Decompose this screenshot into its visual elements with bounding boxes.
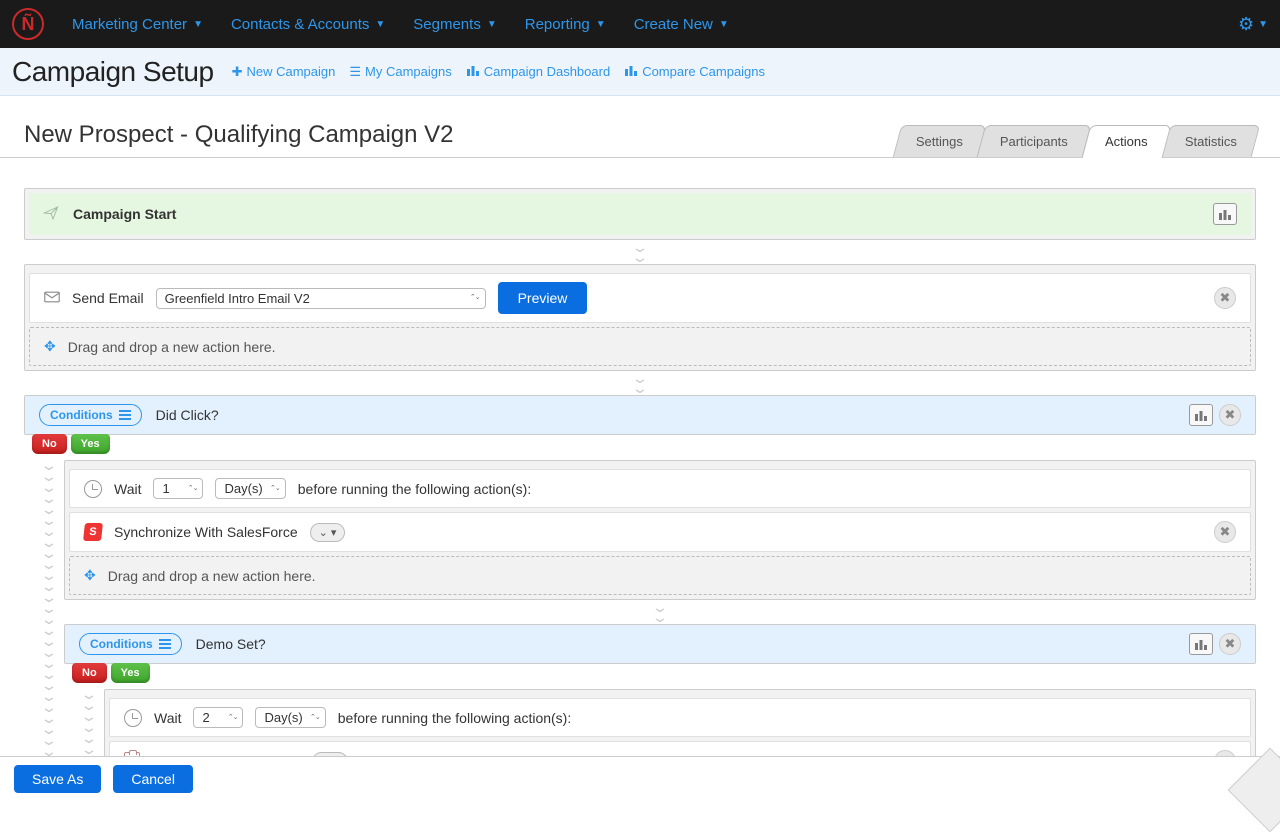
tab-actions[interactable]: Actions	[1082, 125, 1171, 158]
actions-block-2: Wait 1 Day(s) before running the followi…	[64, 460, 1256, 600]
nav-segments[interactable]: Segments▼	[413, 16, 496, 33]
drop-hint: Drag and drop a new action here.	[68, 339, 276, 355]
branch-tabs: No Yes	[72, 663, 1256, 683]
send-email-row: Send Email Greenfield Intro Email V2 Pre…	[29, 273, 1251, 323]
stats-icon[interactable]	[1189, 404, 1213, 426]
clock-icon	[84, 480, 102, 498]
chevron-down-icon: ▼	[193, 19, 203, 30]
condition-label: Did Click?	[156, 407, 219, 423]
drop-hint: Drag and drop a new action here.	[108, 568, 316, 584]
branch-no[interactable]: No	[32, 434, 67, 454]
chevron-down-icon: ▼	[487, 19, 497, 30]
chevron-down-icon: ▼	[375, 19, 385, 30]
start-label: Campaign Start	[73, 206, 176, 222]
conditions-button[interactable]: Conditions	[39, 404, 142, 426]
condition-block-2: Conditions Demo Set? ✖	[64, 624, 1256, 664]
wait-row: Wait 2 Day(s) before running the followi…	[109, 698, 1251, 737]
link-compare-campaigns[interactable]: Compare Campaigns	[624, 64, 765, 79]
delete-action-button[interactable]: ✖	[1214, 521, 1236, 543]
chart-icon	[466, 64, 480, 79]
heading-row: New Prospect - Qualifying Campaign V2 Se…	[0, 96, 1280, 158]
delete-condition-button[interactable]: ✖	[1219, 404, 1241, 426]
wait-unit-select[interactable]: Day(s)	[255, 707, 325, 728]
branch-yes[interactable]: Yes	[111, 663, 150, 683]
tab-settings[interactable]: Settings	[893, 125, 987, 157]
drop-icon: ✥	[44, 338, 56, 355]
sync-salesforce-row: S Synchronize With SalesForce ⌄ ▾ ✖	[69, 512, 1251, 552]
tab-statistics[interactable]: Statistics	[1162, 125, 1261, 157]
campaign-name: New Prospect - Qualifying Campaign V2	[24, 121, 898, 157]
footer-bar: Save As Cancel	[0, 756, 1280, 800]
wait-suffix: before running the following action(s):	[338, 710, 571, 726]
email-template-select[interactable]: Greenfield Intro Email V2	[156, 288, 486, 309]
wait-label: Wait	[154, 710, 181, 726]
wait-unit-select[interactable]: Day(s)	[215, 478, 285, 499]
drop-zone[interactable]: ✥ Drag and drop a new action here.	[69, 556, 1251, 595]
tabs: Settings Participants Actions Statistics	[898, 125, 1256, 157]
app-logo[interactable]: Ñ	[12, 8, 44, 40]
preview-button[interactable]: Preview	[498, 282, 588, 314]
delete-action-button[interactable]: ✖	[1214, 287, 1236, 309]
drop-zone[interactable]: ✥ Drag and drop a new action here.	[29, 327, 1251, 366]
condition-block-1: Conditions Did Click? ✖	[24, 395, 1256, 435]
wait-value-select[interactable]: 1	[153, 478, 203, 499]
branch-no[interactable]: No	[72, 663, 107, 683]
stats-icon[interactable]	[1189, 633, 1213, 655]
salesforce-icon: S	[83, 523, 103, 541]
nav-contacts[interactable]: Contacts & Accounts▼	[231, 16, 385, 33]
flow-arrow: ⌄⌄	[24, 240, 1256, 264]
branch-tabs: No Yes	[32, 434, 1256, 454]
condition-bar: Conditions Did Click? ✖	[25, 396, 1255, 434]
branch-yes[interactable]: Yes	[71, 434, 110, 454]
chart-icon	[624, 64, 638, 79]
flow-arrow: ⌄⌄	[24, 371, 1256, 395]
delete-condition-button[interactable]: ✖	[1219, 633, 1241, 655]
wait-suffix: before running the following action(s):	[298, 481, 531, 497]
list-icon: ☰	[349, 64, 361, 80]
chevron-down-icon: ▼	[1258, 19, 1268, 30]
link-my-campaigns[interactable]: ☰My Campaigns	[349, 64, 451, 80]
page-title: Campaign Setup	[12, 56, 214, 88]
link-campaign-dashboard[interactable]: Campaign Dashboard	[466, 64, 610, 79]
workflow-canvas: Campaign Start ⌄⌄ Send Email Greenfield …	[0, 158, 1280, 790]
wait-value-select[interactable]: 2	[193, 707, 243, 728]
mail-icon	[44, 290, 60, 306]
branch-content-1: ⌄⌄⌄⌄⌄⌄⌄⌄⌄⌄⌄⌄⌄⌄⌄⌄⌄⌄⌄⌄⌄⌄⌄⌄⌄⌄⌄⌄⌄⌄ Wait 1 Da…	[64, 460, 1256, 790]
condition-bar: Conditions Demo Set? ✖	[65, 625, 1255, 663]
chevron-down-icon: ▼	[719, 19, 729, 30]
cancel-button[interactable]: Cancel	[113, 765, 193, 793]
campaign-start-bar: Campaign Start	[29, 193, 1251, 235]
nav-create-new[interactable]: Create New▼	[634, 16, 729, 33]
options-dropdown[interactable]: ⌄ ▾	[310, 523, 346, 542]
actions-block-1: Send Email Greenfield Intro Email V2 Pre…	[24, 264, 1256, 371]
nav-reporting[interactable]: Reporting▼	[525, 16, 606, 33]
flow-arrow: ⌄⌄	[64, 600, 1256, 624]
list-icon	[159, 639, 171, 649]
condition-label: Demo Set?	[196, 636, 266, 652]
tab-participants[interactable]: Participants	[977, 125, 1091, 157]
save-as-button[interactable]: Save As	[14, 765, 101, 793]
start-block: Campaign Start	[24, 188, 1256, 240]
send-email-label: Send Email	[72, 290, 144, 306]
clock-icon	[124, 709, 142, 727]
conditions-button[interactable]: Conditions	[79, 633, 182, 655]
plus-icon: ✚	[232, 64, 243, 80]
list-icon	[119, 410, 131, 420]
subheader: Campaign Setup ✚New Campaign ☰My Campaig…	[0, 48, 1280, 96]
link-new-campaign[interactable]: ✚New Campaign	[232, 64, 336, 80]
flow-arrow-side: ⌄⌄⌄⌄⌄⌄⌄⌄⌄⌄⌄⌄⌄⌄⌄⌄⌄⌄⌄⌄⌄⌄⌄⌄⌄⌄⌄⌄⌄⌄	[42, 460, 56, 790]
drop-icon: ✥	[84, 567, 96, 584]
wait-row: Wait 1 Day(s) before running the followi…	[69, 469, 1251, 508]
chevron-down-icon: ▼	[596, 19, 606, 30]
wait-label: Wait	[114, 481, 141, 497]
sync-label: Synchronize With SalesForce	[114, 524, 298, 540]
paper-plane-icon	[43, 205, 59, 224]
settings-gear[interactable]: ⚙▼	[1238, 14, 1268, 35]
nav-marketing-center[interactable]: Marketing Center▼	[72, 16, 203, 33]
stats-icon[interactable]	[1213, 203, 1237, 225]
top-nav: Ñ Marketing Center▼ Contacts & Accounts▼…	[0, 0, 1280, 48]
